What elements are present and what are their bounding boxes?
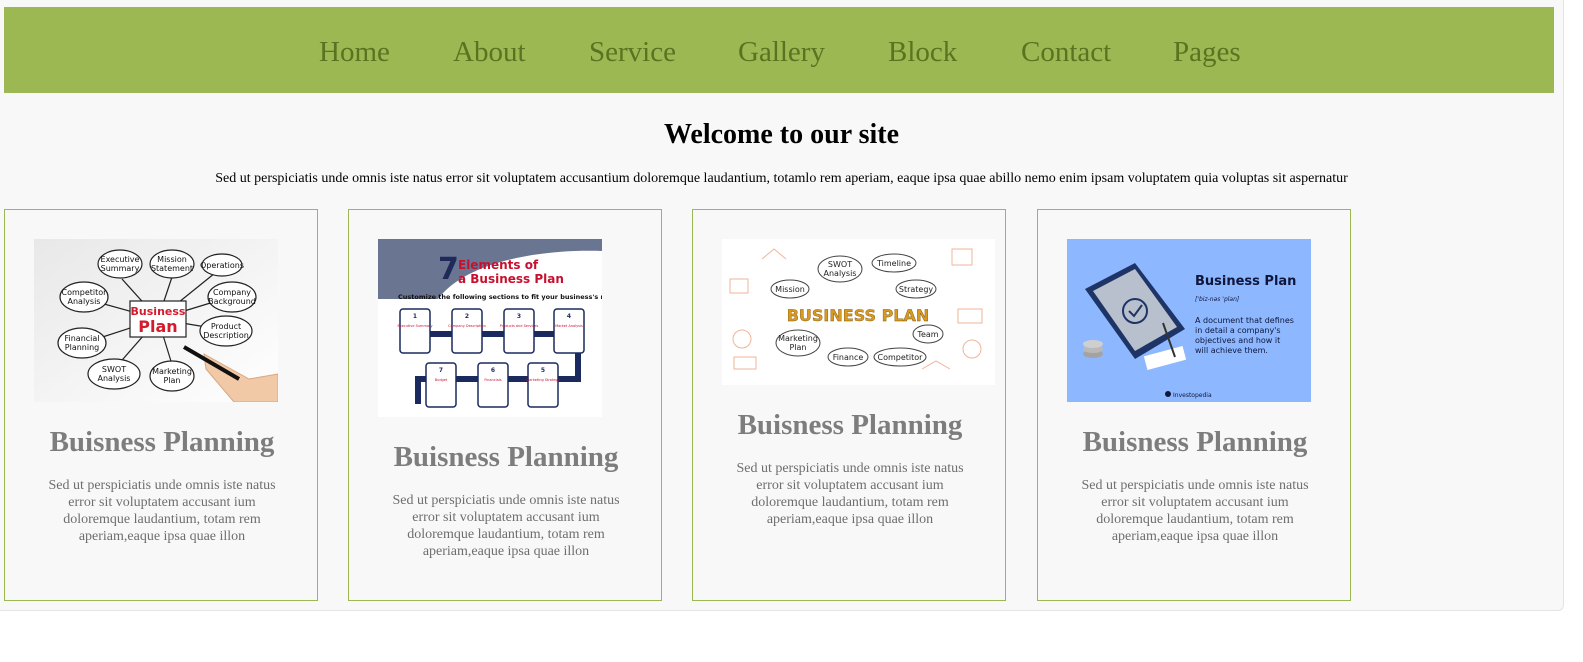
bubble-label: SWOT (102, 365, 126, 374)
card-text: Sed ut perspiciatis unde omnis iste natu… (392, 493, 620, 559)
business-plan-mindmap-image: Executive Summary Mission Statement Oper… (34, 239, 278, 402)
step-label: Marketing Strategy (526, 378, 560, 382)
step-number: 1 (413, 313, 417, 320)
step-number: 7 (439, 367, 443, 374)
nav-about-link[interactable]: About (453, 35, 526, 69)
main-navbar: Home About Service Gallery Block Contact… (4, 7, 1554, 93)
definition-pronunciation: ['biz-nəs 'plan] (1195, 296, 1240, 303)
intro-text: Sed ut perspiciatis unde omnis iste natu… (215, 171, 1348, 186)
brand-label: Investopedia (1173, 392, 1212, 399)
bubble-label: Plan (163, 376, 180, 385)
bubble-label: Financial (64, 334, 99, 343)
step-label: Executive Summary (397, 324, 432, 328)
bubble-label: Description (203, 331, 249, 340)
center-label: Plan (138, 317, 177, 336)
card-text: Sed ut perspiciatis unde omnis iste natu… (736, 461, 964, 527)
bubble-label: Strategy (899, 285, 934, 294)
bubble-label: Competitor (62, 288, 108, 297)
step-label: Market Analysis (555, 324, 583, 328)
step-label: Financials (484, 378, 501, 382)
page-title: Welcome to our site (663, 119, 900, 150)
definition-heading: Business Plan (1195, 274, 1296, 289)
step-number: 5 (541, 367, 545, 374)
step-label: Products and Services (500, 324, 539, 328)
infographic-heading: Elements of (458, 258, 539, 272)
investopedia-definition-image: Business Plan ['biz-nəs 'plan] A documen… (1067, 239, 1311, 402)
bubble-label: Executive (101, 255, 140, 264)
bubble-label: SWOT (828, 260, 852, 269)
bubble-label: Finance (833, 353, 864, 362)
card-title: Buisness Planning (1082, 426, 1308, 458)
service-card-3[interactable]: SWOT Analysis Timeline Mission Strategy … (692, 209, 1006, 601)
definition-line: will achieve them. (1195, 346, 1268, 355)
infographic-heading: a Business Plan (458, 272, 564, 286)
card-text: Sed ut perspiciatis unde omnis iste natu… (1081, 478, 1309, 544)
business-plan-doodle-image: SWOT Analysis Timeline Mission Strategy … (722, 239, 995, 385)
card-text: Sed ut perspiciatis unde omnis iste natu… (48, 478, 276, 544)
infographic-number: 7 (438, 252, 459, 287)
bubble-label: Company (213, 288, 251, 297)
nav-service-link[interactable]: Service (589, 35, 676, 69)
card-title: Buisness Planning (737, 409, 963, 441)
bubble-label: Analysis (98, 374, 131, 383)
infographic-subtitle: Customize the following sections to fit … (398, 293, 602, 301)
step-number: 3 (517, 313, 521, 320)
bubble-label: Competitor (878, 353, 924, 362)
bubble-label: Mission (775, 285, 805, 294)
step-label: Budget (435, 378, 448, 382)
bubble-label: Background (208, 297, 256, 306)
bubble-label: Planning (65, 343, 99, 352)
step-number: 6 (491, 367, 495, 374)
bubble-label: Analysis (68, 297, 101, 306)
bubble-label: Marketing (778, 334, 818, 343)
step-number: 4 (567, 313, 571, 320)
service-card-4[interactable]: Business Plan ['biz-nəs 'plan] A documen… (1037, 209, 1351, 601)
service-card-1[interactable]: Executive Summary Mission Statement Oper… (4, 209, 318, 601)
bubble-label: Summary (101, 264, 140, 273)
nav-block-link[interactable]: Block (888, 35, 957, 69)
bubble-label: Product (211, 322, 241, 331)
bubble-label: Analysis (824, 269, 857, 278)
service-card-2[interactable]: 7 Elements of a Business Plan Customize … (348, 209, 662, 601)
card-title: Buisness Planning (49, 426, 275, 458)
bubble-label: Team (916, 330, 938, 339)
bubble-label: Marketing (152, 367, 192, 376)
step-label: Company Description (448, 324, 486, 328)
nav-home-link[interactable]: Home (319, 35, 390, 69)
nav-gallery-link[interactable]: Gallery (738, 35, 825, 69)
definition-line: objectives and how it (1195, 336, 1280, 345)
bubble-label: Mission (157, 255, 187, 264)
card-title: Buisness Planning (393, 441, 619, 473)
center-label: BUSINESS PLAN (787, 306, 930, 325)
nav-contact-link[interactable]: Contact (1021, 35, 1111, 69)
bubble-label: Statement (151, 264, 193, 273)
seven-elements-infographic-image: 7 Elements of a Business Plan Customize … (378, 239, 602, 417)
nav-pages-link[interactable]: Pages (1173, 35, 1241, 69)
bubble-label: Plan (789, 343, 806, 352)
bubble-label: Timeline (876, 259, 911, 268)
page: Home About Service Gallery Block Contact… (0, 0, 1564, 611)
bubble-label: Operations (200, 261, 244, 270)
step-number: 2 (465, 313, 469, 320)
definition-line: A document that defines (1195, 316, 1294, 325)
definition-line: in detail a company's (1195, 326, 1281, 335)
